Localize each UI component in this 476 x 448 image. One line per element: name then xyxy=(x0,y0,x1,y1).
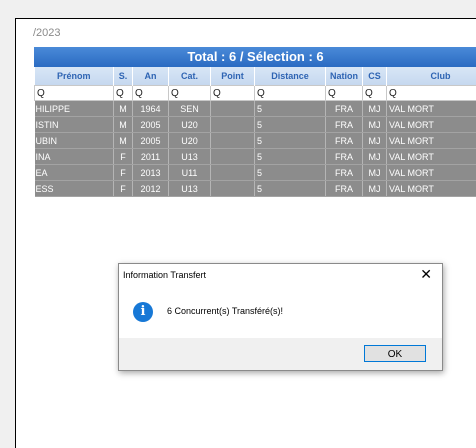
table-cell: ESS xyxy=(35,181,114,197)
search-icon: Q xyxy=(365,88,373,99)
search-icon: Q xyxy=(171,88,179,99)
table-cell xyxy=(211,165,255,181)
table-cell: M xyxy=(114,101,133,117)
search-icon: Q xyxy=(213,88,221,99)
close-icon[interactable]: ✕ xyxy=(420,266,432,283)
table-cell xyxy=(211,149,255,165)
table-cell: U13 xyxy=(169,149,211,165)
table-row[interactable]: ESSF2012U13 5FRAMJVAL MORT xyxy=(35,181,476,197)
table-cell: 2012 xyxy=(133,181,169,197)
table-cell: EA xyxy=(35,165,114,181)
column-header[interactable]: Distance xyxy=(255,67,326,86)
table-cell: HILIPPE xyxy=(35,101,114,117)
search-icon: Q xyxy=(37,88,45,99)
info-icon: i xyxy=(133,302,153,322)
competitors-table: PrénomS.AnCat.PointDistanceNationCSClub … xyxy=(34,67,476,197)
table-cell: M xyxy=(114,117,133,133)
column-filter-cell[interactable]: Q xyxy=(133,86,169,101)
column-header[interactable]: An xyxy=(133,67,169,86)
table-cell: FRA xyxy=(326,149,363,165)
column-filter-cell[interactable]: Q xyxy=(363,86,387,101)
table-cell: U20 xyxy=(169,117,211,133)
table-cell: MJ xyxy=(363,101,387,117)
column-filter-cell[interactable]: Q xyxy=(326,86,363,101)
table-cell: 5 xyxy=(255,133,326,149)
table-cell: VAL MORT xyxy=(387,101,476,117)
table-cell: FRA xyxy=(326,165,363,181)
table-row[interactable]: ISTINM2005U20 5FRAMJVAL MORT xyxy=(35,117,476,133)
column-header[interactable]: CS xyxy=(363,67,387,86)
dialog-title: Information Transfert xyxy=(123,270,206,280)
info-dialog: Information Transfert ✕ i 6 Concurrent(s… xyxy=(118,263,443,371)
table-cell: VAL MORT xyxy=(387,149,476,165)
table-cell: MJ xyxy=(363,181,387,197)
dialog-message: 6 Concurrent(s) Transféré(s)! xyxy=(167,306,283,316)
table-cell xyxy=(211,117,255,133)
table-cell: F xyxy=(114,165,133,181)
search-icon: Q xyxy=(135,88,143,99)
search-icon: Q xyxy=(116,88,124,99)
table-cell: 5 xyxy=(255,181,326,197)
table-cell: 5 xyxy=(255,101,326,117)
column-header[interactable]: Nation xyxy=(326,67,363,86)
table-cell: 2011 xyxy=(133,149,169,165)
table-cell xyxy=(211,181,255,197)
table-cell: FRA xyxy=(326,133,363,149)
table-cell: VAL MORT xyxy=(387,165,476,181)
table-cell: FRA xyxy=(326,101,363,117)
table-cell: 5 xyxy=(255,117,326,133)
table-cell: FRA xyxy=(326,117,363,133)
table-cell: MJ xyxy=(363,165,387,181)
table-cell: INA xyxy=(35,149,114,165)
column-filter-cell[interactable]: Q xyxy=(114,86,133,101)
table-cell: UBIN xyxy=(35,133,114,149)
column-header[interactable]: Point xyxy=(211,67,255,86)
column-filter-cell[interactable]: Q xyxy=(169,86,211,101)
column-header-row: PrénomS.AnCat.PointDistanceNationCSClub xyxy=(35,67,476,86)
table-cell: MJ xyxy=(363,149,387,165)
table-cell: MJ xyxy=(363,133,387,149)
table-cell: F xyxy=(114,181,133,197)
table-cell: VAL MORT xyxy=(387,133,476,149)
table-cell: 5 xyxy=(255,149,326,165)
table-cell: U20 xyxy=(169,133,211,149)
table-cell: FRA xyxy=(326,181,363,197)
table-cell: MJ xyxy=(363,117,387,133)
search-filter-row: QQQQQQQQQ xyxy=(35,86,476,101)
table-cell: 5 xyxy=(255,165,326,181)
table-cell: VAL MORT xyxy=(387,181,476,197)
table-cell xyxy=(211,133,255,149)
table-cell: U11 xyxy=(169,165,211,181)
column-filter-cell[interactable]: Q xyxy=(387,86,476,101)
column-header[interactable]: Cat. xyxy=(169,67,211,86)
table-cell: 2005 xyxy=(133,133,169,149)
table-row[interactable]: EAF2013U11 5FRAMJVAL MORT xyxy=(35,165,476,181)
table-cell: U13 xyxy=(169,181,211,197)
date-label: /2023 xyxy=(33,27,61,39)
table-row[interactable]: UBINM2005U20 5FRAMJVAL MORT xyxy=(35,133,476,149)
column-header[interactable]: S. xyxy=(114,67,133,86)
selection-total-banner: Total : 6 / Sélection : 6 xyxy=(34,47,476,67)
table-row[interactable]: HILIPPEM1964SEN 5FRAMJVAL MORT xyxy=(35,101,476,117)
table-cell: ISTIN xyxy=(35,117,114,133)
table-cell: M xyxy=(114,133,133,149)
table-cell: F xyxy=(114,149,133,165)
table-row[interactable]: INAF2011U13 5FRAMJVAL MORT xyxy=(35,149,476,165)
column-filter-cell[interactable]: Q xyxy=(255,86,326,101)
table-cell: 2013 xyxy=(133,165,169,181)
column-filter-cell[interactable]: Q xyxy=(35,86,114,101)
table-cell: SEN xyxy=(169,101,211,117)
search-icon: Q xyxy=(257,88,265,99)
main-window: /2023 Total : 6 / Sélection : 6 PrénomS.… xyxy=(15,18,476,448)
table-cell xyxy=(211,101,255,117)
search-icon: Q xyxy=(328,88,336,99)
table-cell: VAL MORT xyxy=(387,117,476,133)
ok-button[interactable]: OK xyxy=(364,345,426,362)
column-header[interactable]: Prénom xyxy=(35,67,114,86)
column-header[interactable]: Club xyxy=(387,67,476,86)
table-cell: 2005 xyxy=(133,117,169,133)
column-filter-cell[interactable]: Q xyxy=(211,86,255,101)
table-cell: 1964 xyxy=(133,101,169,117)
search-icon: Q xyxy=(389,88,397,99)
